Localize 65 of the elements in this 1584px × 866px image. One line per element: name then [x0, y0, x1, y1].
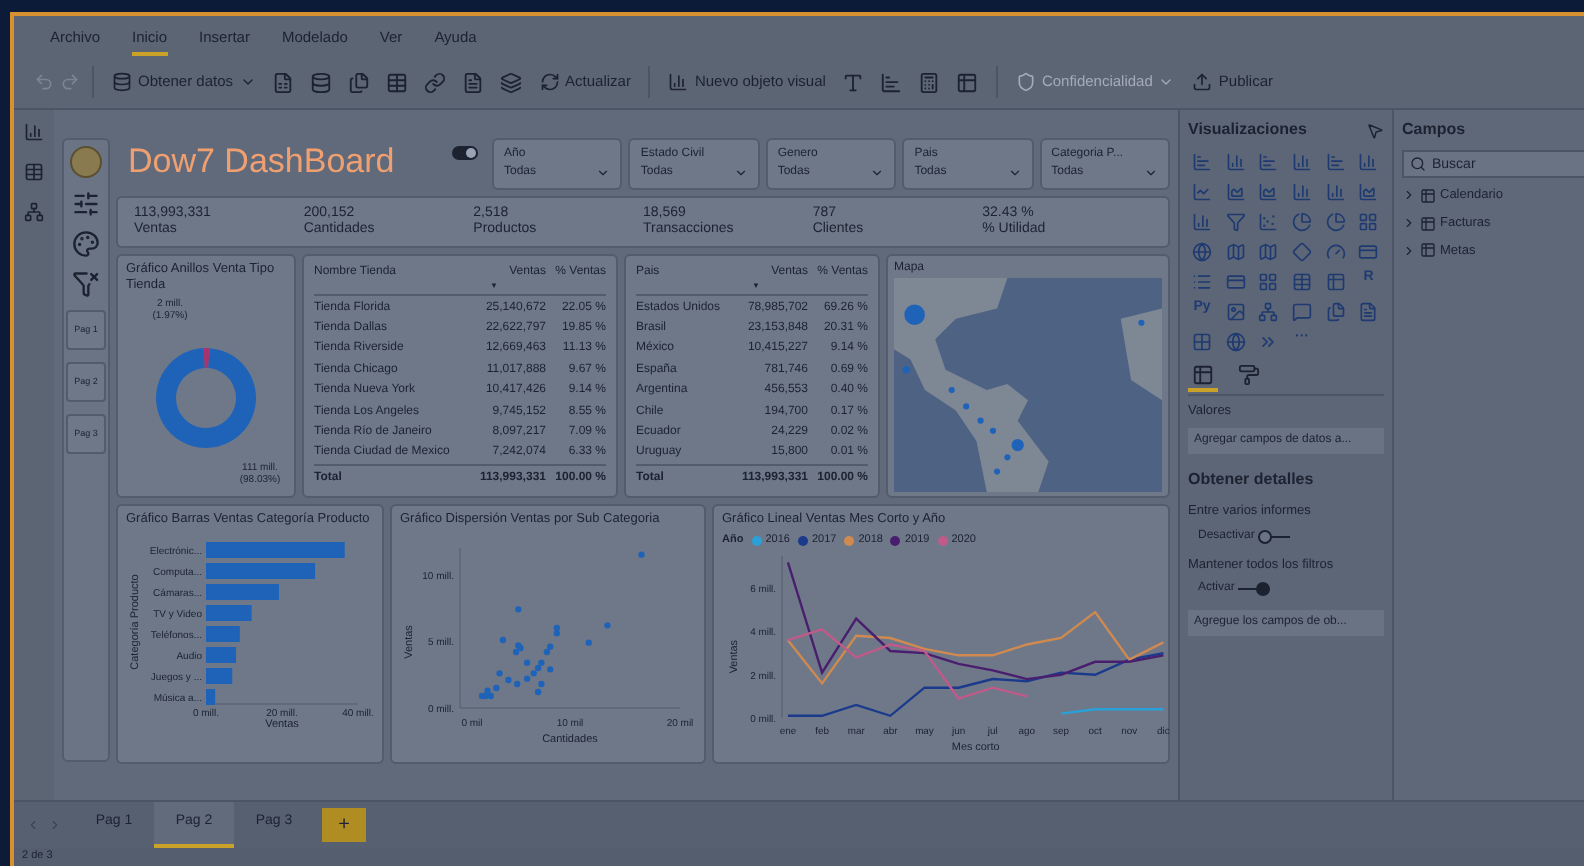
database-icon: [112, 72, 132, 92]
table-icon: [1420, 242, 1436, 259]
caret-icon: [239, 74, 256, 90]
scatter-point: [499, 636, 507, 644]
model-view-icon[interactable]: [24, 202, 44, 222]
scatter-point: [515, 606, 522, 613]
visual-type-icon[interactable]: [1288, 268, 1316, 294]
redo-icon[interactable]: [60, 72, 80, 92]
visual-type-icon[interactable]: [1321, 208, 1350, 234]
visual-type-icon[interactable]: [1188, 148, 1216, 174]
toggle-switch[interactable]: [1238, 582, 1271, 597]
palette-icon[interactable]: [72, 230, 100, 258]
sliders-icon[interactable]: [72, 190, 100, 218]
bar: [206, 584, 279, 600]
bar: [206, 689, 216, 705]
visual-type-icon[interactable]: [1288, 298, 1316, 324]
chevron-icon: [1007, 166, 1022, 180]
chart-icon: [668, 72, 689, 92]
caret-icon: [1158, 74, 1175, 90]
fields-tab[interactable]: [1188, 364, 1218, 392]
bar: [206, 605, 252, 621]
visual-type-icon[interactable]: [1188, 208, 1216, 234]
visual-type-icon[interactable]: [1221, 208, 1250, 234]
report-view-icon[interactable]: [24, 122, 44, 142]
pane-title: Visualizaciones: [1188, 118, 1307, 142]
table-view-icon[interactable]: [24, 162, 44, 182]
shield-icon: [1015, 72, 1036, 92]
bar: [206, 668, 233, 684]
table-icon: [1420, 215, 1436, 232]
theme-toggle[interactable]: [452, 146, 478, 160]
visual-type-icon[interactable]: [1288, 208, 1316, 234]
add-page-button[interactable]: +: [322, 808, 366, 842]
chevron-icon: [870, 166, 885, 180]
visual-type-icon[interactable]: [1288, 238, 1316, 264]
search-icon: [1410, 156, 1426, 172]
clear-filter-icon[interactable]: [72, 270, 100, 298]
chevron-icon: [1144, 166, 1159, 180]
visual-type-icon[interactable]: [1221, 328, 1250, 354]
visual-type-icon[interactable]: [1254, 298, 1283, 324]
pane-title: Campos: [1402, 118, 1468, 142]
pointer-icon: [1366, 121, 1384, 139]
bar: [206, 647, 236, 663]
chevron-icon: [596, 166, 611, 180]
toggle-switch[interactable]: [1258, 529, 1291, 543]
chevron-icon: [733, 166, 748, 180]
undo-icon[interactable]: [34, 72, 54, 92]
bar: [206, 542, 345, 558]
refresh-icon: [539, 72, 560, 92]
visual-type-icon[interactable]: [1188, 178, 1216, 204]
scroll-right-icon[interactable]: [48, 818, 62, 832]
bar: [206, 626, 240, 642]
upload-icon: [1192, 72, 1213, 92]
section-title: Obtener detalles: [1188, 467, 1316, 492]
scatter-point: [523, 659, 531, 666]
dashboard-title: Dow7 DashBoard: [128, 140, 395, 184]
visual-type-icon[interactable]: [1288, 148, 1316, 174]
table-icon: [1420, 187, 1436, 204]
bar: [206, 563, 316, 579]
scatter-point: [585, 639, 592, 646]
scatter-point: [604, 622, 611, 629]
scroll-left-icon[interactable]: [26, 818, 40, 832]
scatter-point: [638, 551, 645, 558]
visual-type-icon[interactable]: [1288, 178, 1316, 204]
visual-type-icon[interactable]: [1188, 238, 1216, 264]
visual-type-icon[interactable]: [1188, 328, 1216, 354]
